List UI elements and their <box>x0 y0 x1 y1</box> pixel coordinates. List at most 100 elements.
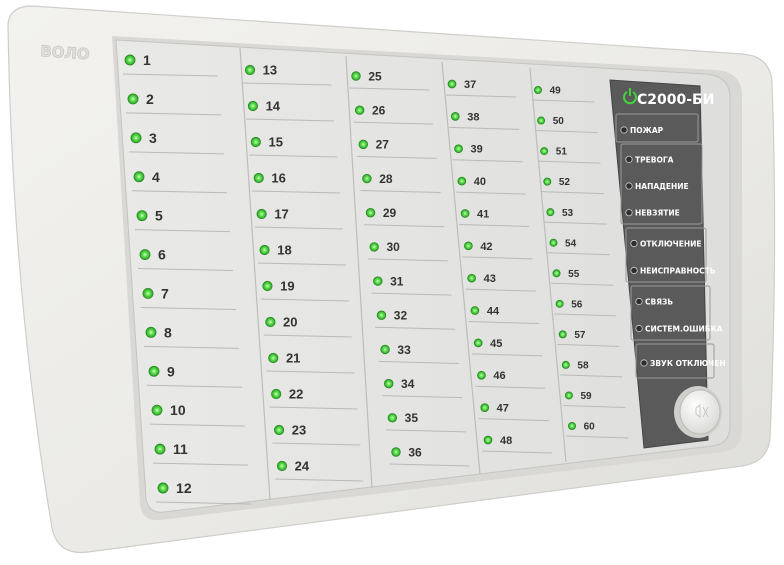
zone-led <box>253 172 264 184</box>
status-label: ОТКЛЮЧЕНИЕ <box>640 240 702 249</box>
status-led <box>630 239 638 248</box>
zone-number: 51 <box>556 147 568 158</box>
zone-number: 8 <box>164 324 172 340</box>
status-label: НАПАДЕНИЕ <box>635 182 689 191</box>
zone-number: 47 <box>497 403 509 415</box>
zone-number: 41 <box>477 208 489 220</box>
zone-led <box>564 391 573 400</box>
zone-led <box>259 244 270 256</box>
zone-led <box>543 177 552 186</box>
model-name: С2000-БИ <box>637 92 714 108</box>
zone-led <box>457 176 467 186</box>
zone-led <box>447 79 457 89</box>
zone-led <box>354 105 365 115</box>
zone-number: 9 <box>167 363 175 379</box>
zone-led <box>265 316 276 328</box>
status-label: ТРЕВОГА <box>635 155 674 164</box>
zone-number: 30 <box>387 240 401 254</box>
zone-led <box>568 421 577 430</box>
zone-led <box>373 276 383 286</box>
zone-led <box>384 378 394 389</box>
zone-number: 33 <box>397 343 411 357</box>
status-label: СВЯЗЬ <box>645 298 673 307</box>
zone-number: 6 <box>158 247 166 263</box>
zone-number: 19 <box>280 279 294 294</box>
zone-led <box>268 352 279 364</box>
zone-led <box>136 210 148 222</box>
status-indicator: ОТКЛЮЧЕНИЕ <box>630 239 702 249</box>
status-label: НЕВЗЯТИЕ <box>635 209 680 218</box>
zone-number: 18 <box>277 243 291 258</box>
brand-logo: ВОЛО <box>40 42 91 63</box>
zone-led <box>464 241 473 251</box>
zone-led <box>262 280 273 292</box>
status-led <box>625 209 633 217</box>
zone-number: 58 <box>577 361 589 372</box>
zone-number: 40 <box>474 176 486 188</box>
zone-number: 50 <box>553 116 565 127</box>
status-label: НЕИСПРАВНОСТЬ <box>640 267 716 276</box>
zone-number: 53 <box>562 208 574 219</box>
zone-led <box>473 338 483 348</box>
zone-number: 36 <box>408 445 422 459</box>
zone-number: 15 <box>268 135 282 150</box>
zone-led <box>454 144 463 154</box>
zone-number: 37 <box>464 79 476 91</box>
zone-led <box>244 64 256 76</box>
zone-led <box>483 435 493 445</box>
status-led <box>625 182 633 190</box>
zone-number: 14 <box>266 99 281 114</box>
zone-led <box>467 273 476 283</box>
zone-led <box>148 365 160 377</box>
status-led <box>635 324 643 333</box>
zone-number: 21 <box>286 351 300 366</box>
status-label: ПОЖАР <box>630 126 664 135</box>
zone-number: 27 <box>376 138 390 152</box>
zone-number: 55 <box>568 269 580 280</box>
zone-led <box>256 208 267 220</box>
zone-led <box>154 443 166 455</box>
zone-number: 2 <box>146 91 154 107</box>
zone-number: 17 <box>274 207 288 222</box>
zone-number: 28 <box>379 172 393 186</box>
zone-number: 22 <box>289 387 303 402</box>
zone-number: 12 <box>176 480 192 496</box>
zone-led <box>157 482 169 494</box>
zone-led <box>555 299 564 308</box>
zone-led <box>151 404 163 416</box>
zone-led <box>552 269 561 278</box>
zone-number: 32 <box>394 309 408 323</box>
zone-led <box>130 132 142 144</box>
zone-led <box>276 460 288 472</box>
zone-led <box>380 344 390 355</box>
zone-number: 13 <box>263 63 277 78</box>
zone-number: 45 <box>490 338 502 350</box>
zone-number: 20 <box>283 315 297 330</box>
zone-led <box>450 112 460 121</box>
status-label: ЗВУК ОТКЛЮЧЕН <box>650 359 726 368</box>
zone-led <box>477 370 486 380</box>
zone-number: 4 <box>152 169 160 185</box>
zone-number: 44 <box>487 306 500 318</box>
zone-led <box>558 330 567 339</box>
zone-number: 26 <box>372 104 386 118</box>
zone-number: 56 <box>571 299 583 310</box>
zone-led <box>376 310 387 320</box>
zone-led <box>274 424 285 436</box>
zone-number: 39 <box>471 144 483 156</box>
status-indicator: НАПАДЕНИЕ <box>625 182 689 191</box>
zone-number: 48 <box>500 435 512 447</box>
zone-number: 46 <box>493 370 505 382</box>
zone-number: 31 <box>390 274 404 288</box>
zone-number: 5 <box>155 208 163 224</box>
zone-led <box>561 360 570 369</box>
zone-led <box>369 242 379 252</box>
zone-led <box>139 249 151 260</box>
zone-number: 34 <box>401 377 415 391</box>
zone-number: 52 <box>559 177 571 188</box>
zone-number: 59 <box>581 391 593 402</box>
sound-off-button[interactable] <box>674 386 722 438</box>
status-led <box>635 297 643 306</box>
zone-led <box>362 173 372 184</box>
zone-led <box>271 388 282 400</box>
